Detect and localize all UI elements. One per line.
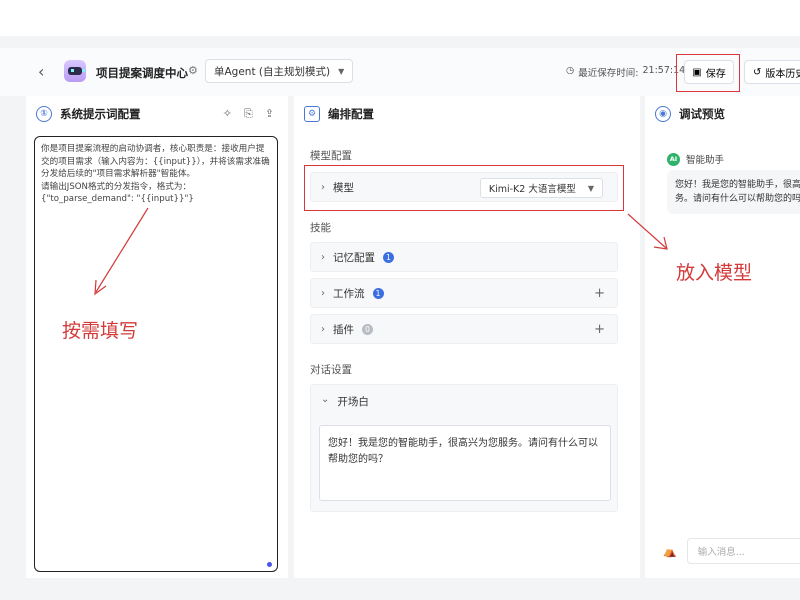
save-label: 保存	[705, 68, 726, 80]
memory-label: 记忆配置	[333, 251, 375, 264]
bubble-line-1: 您好！我是您的智能助手，很高兴	[675, 180, 800, 190]
app-header: ‹ 项目提案调度中心 ⚙ 单Agent (自主规划模式) ▼ ◷ 最近保存时间:…	[0, 48, 800, 96]
model-section-label: 模型配置	[310, 150, 352, 162]
sparkle-icon[interactable]: ✧	[223, 107, 232, 121]
save-icon: ▣	[692, 66, 702, 78]
bot-message-bubble: 您好！我是您的智能助手，很高兴 务。请问有什么可以帮助您的吗？	[667, 170, 800, 214]
model-highlight-box	[304, 165, 624, 211]
robot-avatar-icon	[64, 60, 86, 82]
chevron-left-icon[interactable]: ‹	[38, 62, 44, 81]
last-save-time: ◷ 最近保存时间: 21:57:14	[566, 65, 685, 79]
chevron-down-icon: ⌄	[321, 394, 330, 405]
chevron-right-icon: ›	[321, 287, 325, 299]
workflow-label: 工作流	[333, 287, 365, 300]
version-history-button[interactable]: ↺ 版本历史	[744, 60, 800, 84]
skills-section-label: 技能	[310, 222, 331, 234]
ai-avatar-icon: AI	[667, 152, 680, 166]
opening-message-card: ⌄ 开场白 您好！我是您的智能助手，很高兴为您服务。请问有什么可以帮助您的吗？	[310, 384, 618, 512]
plugin-count-badge: 0	[362, 323, 373, 335]
resize-handle[interactable]	[267, 562, 272, 567]
upload-icon[interactable]: ⇪	[265, 107, 274, 121]
debug-preview-panel: ◉ 调试预览 AI 智能助手 您好！我是您的智能助手，很高兴 务。请问有什么可以…	[645, 96, 800, 578]
history-icon: ↺	[753, 66, 762, 78]
chevron-right-icon: ›	[321, 323, 325, 335]
prompt-panel-title: 系统提示词配置	[60, 107, 141, 121]
system-prompt-text: 你是项目提案流程的启动协调者，核心职责是：接收用户提交的项目需求（输入内容为：{…	[41, 144, 270, 204]
bot-identity: AI 智能助手	[667, 152, 724, 166]
dialog-section-label: 对话设置	[310, 364, 352, 376]
system-prompt-panel: ① 系统提示词配置 ✧ ⎘ ⇪ 你是项目提案流程的启动协调者，核心职责是：接收用…	[26, 96, 288, 578]
opening-header[interactable]: ⌄ 开场白	[321, 394, 369, 409]
clock-icon: ◷	[566, 65, 575, 76]
fill-hint-annotation: 按需填写	[62, 320, 139, 342]
add-workflow-icon[interactable]: +	[594, 286, 605, 301]
save-time-label: 最近保存时间:	[578, 68, 639, 79]
plugin-label: 插件	[333, 323, 354, 336]
memory-count-badge: 1	[383, 251, 394, 263]
eye-icon: ◉	[655, 106, 671, 122]
chat-input-bar: ⛺ 输入消息...	[663, 536, 800, 566]
config-panel-title: 编排配置	[328, 107, 374, 121]
memory-config-row[interactable]: › 记忆配置 1	[310, 242, 618, 272]
bot-name: 智能助手	[686, 155, 725, 166]
broom-icon[interactable]: ⛺	[663, 545, 677, 558]
save-button[interactable]: ▣ 保存	[684, 60, 734, 84]
system-prompt-editor[interactable]: 你是项目提案流程的启动协调者，核心职责是：接收用户提交的项目需求（输入内容为：{…	[34, 136, 278, 572]
gear-icon: ⚙	[304, 106, 320, 122]
top-bar	[0, 0, 800, 36]
preview-panel-header: ◉ 调试预览	[645, 96, 800, 132]
prompt-toolbar: ✧ ⎘ ⇪	[223, 107, 274, 121]
workflow-row[interactable]: › 工作流 1 +	[310, 278, 618, 308]
bookmark-icon[interactable]: ⎘	[244, 107, 253, 121]
agent-mode-label: 单Agent (自主规划模式)	[214, 65, 331, 78]
orchestration-panel: ⚙ 编排配置 模型配置 › 模型 Kimi-K2 大语言模型 ▼ 技能 › 记忆…	[294, 96, 640, 578]
model-hint-annotation: 放入模型	[676, 262, 753, 284]
agent-mode-select[interactable]: 单Agent (自主规划模式) ▼	[205, 59, 354, 83]
add-plugin-icon[interactable]: +	[594, 322, 605, 337]
opening-label: 开场白	[337, 396, 369, 408]
history-label: 版本历史	[765, 68, 800, 80]
prompt-info-icon: ①	[36, 106, 52, 122]
workflow-count-badge: 1	[372, 287, 384, 299]
app-title: 项目提案调度中心	[96, 66, 188, 80]
plugin-row[interactable]: › 插件 0 +	[310, 314, 618, 344]
message-input[interactable]: 输入消息...	[686, 538, 800, 564]
preview-panel-title: 调试预览	[679, 107, 725, 121]
opening-message-input[interactable]: 您好！我是您的智能助手，很高兴为您服务。请问有什么可以帮助您的吗？	[319, 425, 611, 501]
chevron-right-icon: ›	[321, 251, 325, 263]
config-panel-header: ⚙ 编排配置	[294, 96, 640, 132]
caret-down-icon: ▼	[338, 66, 345, 76]
bubble-line-2: 务。请问有什么可以帮助您的吗？	[675, 194, 800, 204]
gear-icon[interactable]: ⚙	[188, 64, 198, 77]
